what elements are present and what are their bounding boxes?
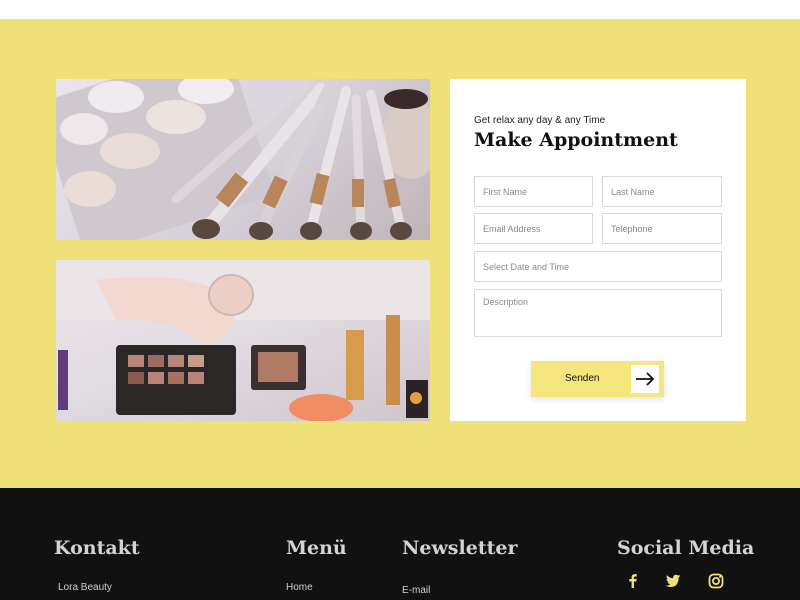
newsletter-email-label: E-mail: [402, 585, 431, 596]
top-bar: [0, 0, 800, 19]
appointment-form: Get relax any day & any Time Make Appoin…: [450, 79, 746, 421]
email-field[interactable]: Email Address: [474, 213, 593, 244]
form-subtitle: Get relax any day & any Time: [474, 115, 606, 126]
send-button[interactable]: Senden: [531, 361, 664, 397]
telephone-field[interactable]: Telephone: [602, 213, 722, 244]
send-button-label: Senden: [565, 373, 600, 384]
makeup-palette-hand-photo: [56, 260, 430, 421]
contact-heading: Kontakt: [54, 537, 140, 559]
last-name-placeholder: Last Name: [611, 186, 655, 197]
appointment-section: Get relax any day & any Time Make Appoin…: [0, 19, 800, 488]
instagram-icon[interactable]: [707, 572, 725, 590]
first-name-placeholder: First Name: [483, 186, 528, 197]
last-name-field[interactable]: Last Name: [602, 176, 722, 207]
telephone-placeholder: Telephone: [611, 223, 653, 234]
arrow-right-icon: [631, 365, 659, 393]
date-time-field[interactable]: Select Date and Time: [474, 251, 722, 282]
twitter-icon[interactable]: [664, 572, 682, 590]
newsletter-heading: Newsletter: [402, 537, 518, 559]
facebook-icon[interactable]: [624, 572, 642, 590]
email-placeholder: Email Address: [483, 223, 541, 234]
company-name: Lora Beauty: [58, 582, 112, 593]
first-name-field[interactable]: First Name: [474, 176, 593, 207]
date-time-placeholder: Select Date and Time: [483, 261, 570, 272]
menu-item-home[interactable]: Home: [286, 582, 313, 593]
footer: Kontakt Lora Beauty Menü Home Newsletter…: [0, 488, 800, 600]
description-placeholder: Description: [483, 297, 529, 307]
description-field[interactable]: Description: [474, 289, 722, 337]
social-heading: Social Media: [617, 537, 755, 559]
makeup-brushes-photo: [56, 79, 430, 240]
menu-heading: Menü: [286, 537, 347, 559]
form-title: Make Appointment: [474, 129, 678, 151]
